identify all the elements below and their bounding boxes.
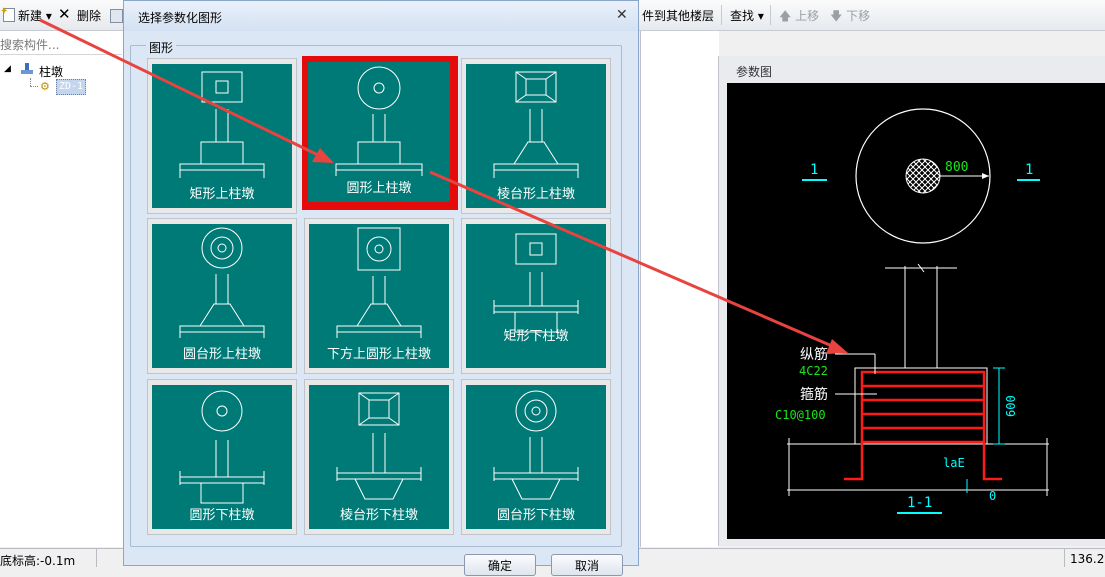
new-button[interactable]: 新建 ▾ [18,7,52,25]
column-pier-icon [20,63,34,75]
section-name-label: 1-1 [907,495,932,511]
delete-button[interactable]: 删除 [77,7,101,25]
tile-rect-lower-pier[interactable]: 矩形下柱墩 [461,218,611,374]
move-down-button[interactable]: 🡇 下移 [830,7,870,25]
coordinate-text: 136.2,1 [1070,552,1105,566]
dialog-title: 选择参数化图形 [138,11,223,25]
close-icon[interactable]: ✕ [616,7,628,23]
param-drawing: 800 1 1 纵筋 4C22 箍筋 C10@100 600 laE 0 1-1 [727,83,1105,539]
long-bar-value: 4C22 [799,364,828,378]
tile-caption: 下方上圆形上柱墩 [326,347,431,362]
tree-root-item[interactable]: 柱墩 [39,63,63,80]
find-button[interactable]: 查找 ▾ [730,7,764,25]
new-star-icon: ✦ [0,6,9,17]
tile-cone-upper-pier[interactable]: 圆台形上柱墩 [147,218,297,374]
long-bar-label: 纵筋 [800,346,828,363]
ok-button[interactable]: 确定 [464,554,536,576]
tile-caption: 矩形下柱墩 [503,329,569,344]
tile-caption: 圆形上柱墩 [346,181,412,196]
bottom-value-label: 0 [989,489,996,503]
tile-cone-lower-pier[interactable]: 圆台形下柱墩 [461,379,611,535]
tile-caption: 圆台形下柱墩 [496,508,575,523]
properties-pane [640,31,719,547]
tile-caption: 圆台形上柱墩 [182,347,261,362]
tile-caption: 圆形下柱墩 [189,508,255,523]
tile-caption: 矩形上柱墩 [189,187,255,202]
rect-lower-pier-icon [493,233,579,333]
stirrup-label: 箍筋 [800,386,828,403]
expand-arrow-icon[interactable]: ◢ [4,64,11,74]
tree-child-item[interactable]: ZD-1 [56,79,87,95]
anchor-label: laE [943,456,965,470]
move-up-button[interactable]: 🡅 上移 [779,7,819,25]
delete-icon: ✕ [58,5,71,23]
bottom-elevation-text: 底标高:-0.1m [0,554,76,568]
tile-square-round-upper-pier[interactable]: 下方上圆形上柱墩 [304,218,454,374]
tile-caption: 棱台形下柱墩 [339,508,418,523]
tile-round-upper-pier[interactable]: 圆形上柱墩 [302,56,458,210]
tile-frustum-upper-pier[interactable]: 棱台形上柱墩 [461,58,611,214]
copy-icon[interactable] [110,9,123,23]
tile-frustum-lower-pier[interactable]: 棱台形下柱墩 [304,379,454,535]
copy-to-floor-button[interactable]: 件到其他楼层 [642,7,714,25]
section-mark-right: 1 [1025,162,1033,178]
param-diagram-title: 参数图 [736,65,773,79]
gear-icon: ⚙ [40,80,50,93]
cancel-button[interactable]: 取消 [551,554,623,576]
search-input[interactable]: 搜索构件... [0,36,122,55]
dialog-titlebar: 选择参数化图形 ✕ [124,1,638,31]
group-label: 图形 [146,39,177,56]
tile-caption: 棱台形上柱墩 [496,187,575,202]
tile-round-lower-pier[interactable]: 圆形下柱墩 [147,379,297,535]
stirrup-value: C10@100 [775,408,826,422]
height-label: 600 [1004,395,1018,417]
select-param-shape-dialog: 选择参数化图形 ✕ 图形 矩形上柱墩 圆形上柱墩 棱台形上柱墩 圆台形上柱墩 下… [123,0,639,576]
diameter-label: 800 [945,160,968,175]
tile-rect-upper-pier[interactable]: 矩形上柱墩 [147,58,297,214]
component-tree-pane [0,31,125,547]
section-mark-left: 1 [810,162,818,178]
